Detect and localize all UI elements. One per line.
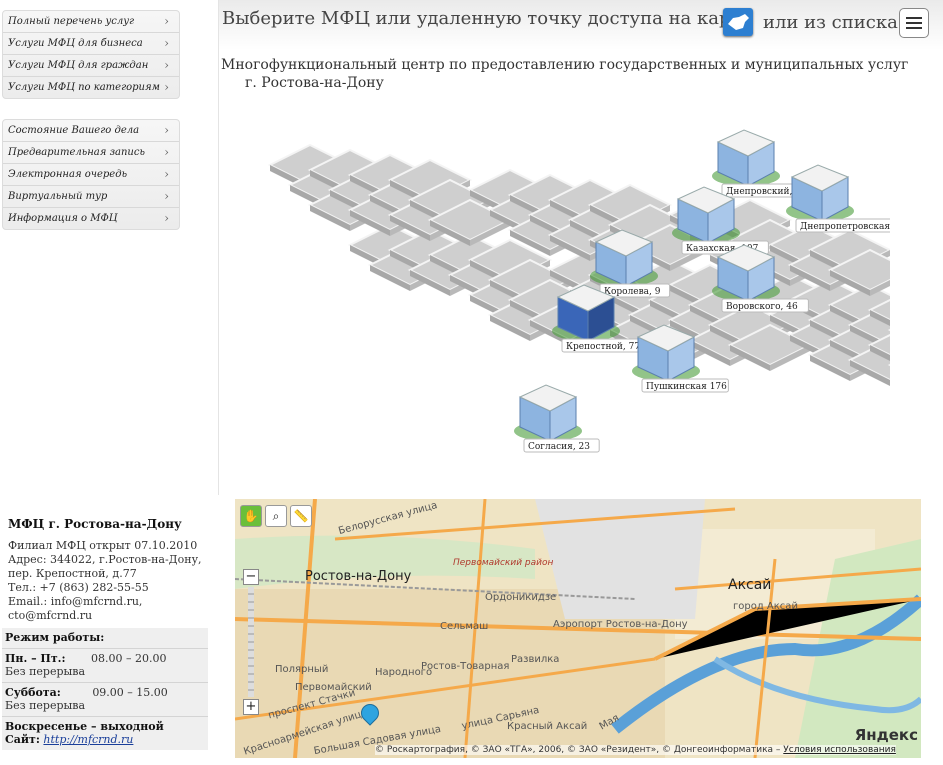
info-address: Адрес: 344022, г.Ростов-на-Дону, [8, 553, 202, 566]
office-label: Пушкинская 176 [646, 382, 727, 392]
services-menu: Полный перечень услуг › Услуги МФЦ для би… [2, 10, 180, 99]
map-label-street: Первомайский [295, 682, 372, 693]
chevron-right-icon: › [164, 80, 169, 94]
zoom-in-button[interactable]: + [243, 699, 259, 715]
hours-sunday: Воскресенье – выходной Сайт: http://mfcr… [5, 720, 164, 746]
terms-link[interactable]: Условия использования [783, 745, 896, 755]
chevron-right-icon: › [164, 211, 169, 225]
office-label: Воровского, 46 [726, 302, 798, 312]
magnifier-tool-icon[interactable]: ⌕ [265, 505, 287, 527]
map-label-street: Ростов-Товарная [421, 661, 510, 672]
map-tools: ✋ ⌕ 📏 [240, 505, 312, 527]
page-heading: Выберите МФЦ или удаленную точку доступа… [222, 8, 752, 29]
hand-tool-icon[interactable]: ✋ [240, 505, 262, 527]
menu-item-all-services[interactable]: Полный перечень услуг › [3, 11, 179, 33]
zoom-out-button[interactable]: − [243, 569, 259, 585]
office-info: МФЦ г. Ростова-на-Дону Филиал МФЦ открыт… [8, 517, 213, 623]
map-copyright: © Роскартография, © ЗАО «ТГА», 2006, © З… [375, 745, 896, 755]
info-opened: Филиал МФЦ открыт 07.10.2010 [8, 539, 198, 552]
map-label-airport: Аэропорт Ростов-на-Дону [553, 619, 688, 630]
menu-icon [906, 17, 922, 19]
map-label-aksai: Аксай [728, 577, 772, 593]
hours-saturday: Суббота: 09.00 – 15.00 Без перерыва [2, 683, 208, 717]
or-list-text: или из списка [763, 12, 898, 33]
menu-item-case-status[interactable]: Состояние Вашего дела › [3, 120, 179, 142]
office-label: Днепропетровская, 44в [800, 222, 890, 232]
menu-item-virtual-tour[interactable]: Виртуальный тур › [3, 186, 179, 208]
site-link[interactable]: http://mfcrnd.ru [43, 733, 133, 746]
menu-item-citizen-services[interactable]: Услуги МФЦ для граждан › [3, 55, 179, 77]
chevron-right-icon: › [164, 14, 169, 28]
hours-title: Режим работы: [2, 628, 208, 649]
office-building[interactable]: Согласия, 23 [514, 384, 600, 453]
map-label-street: Красный Аксай [507, 721, 588, 732]
map-label-street: Ордоникидзе [485, 592, 557, 603]
office-label: Королева, 9 [604, 287, 661, 297]
chevron-right-icon: › [164, 123, 169, 137]
zoom-control: − + [243, 569, 259, 719]
working-hours: Режим работы: Пн. – Пт.: 08.00 – 20.00 Б… [2, 628, 208, 750]
map-label-street: Развилка [511, 654, 560, 665]
map-label-street: Народного [375, 667, 433, 678]
yandex-map[interactable]: ✋ ⌕ 📏 − + Ростов-на-Дону Аксай город Акс… [235, 499, 921, 758]
info-email-2: cto@mfcrnd.ru [8, 609, 93, 622]
map-view-button[interactable] [723, 8, 753, 36]
office-building[interactable]: Днепропетровская, 44в [786, 164, 890, 233]
yandex-logo: Яндекс [854, 726, 918, 744]
map-label-street: Сельмаш [440, 621, 489, 632]
chevron-right-icon: › [164, 189, 169, 203]
zoom-slider[interactable] [248, 587, 254, 697]
info-title: МФЦ г. Ростова-на-Дону [8, 517, 182, 531]
menu-item-category-services[interactable]: Услуги МФЦ по категориям › [3, 77, 179, 98]
hours-weekdays: Пн. – Пт.: 08.00 – 20.00 Без перерыва [2, 649, 208, 683]
info-address-street: пер. Крепостной, д.77 [8, 567, 137, 580]
menu-item-e-queue[interactable]: Электронная очередь › [3, 164, 179, 186]
ruler-tool-icon[interactable]: 📏 [290, 505, 312, 527]
chevron-right-icon: › [164, 145, 169, 159]
map-label-street: Полярный [275, 664, 329, 675]
info-email: Email.: info@mfcrnd.ru, [8, 595, 143, 608]
chevron-right-icon: › [164, 36, 169, 50]
office-label: Крепостной, 77 [566, 342, 640, 352]
menu-item-business-services[interactable]: Услуги МФЦ для бизнеса › [3, 33, 179, 55]
map-icon [728, 14, 749, 30]
chevron-right-icon: › [164, 58, 169, 72]
info-phone: Тел.: +7 (863) 282-55-55 [8, 581, 149, 594]
menu-item-pre-registration[interactable]: Предварительная запись › [3, 142, 179, 164]
sidebar-divider [218, 0, 219, 495]
menu-item-about[interactable]: Информация о МФЦ › [3, 208, 179, 229]
map-label-aksai-town: город Аксай [733, 601, 798, 612]
page-subtitle: Многофункциональный центр по предоставле… [221, 57, 909, 91]
chevron-right-icon: › [164, 167, 169, 181]
tools-menu: Состояние Вашего дела › Предварительная з… [2, 119, 180, 230]
list-view-button[interactable] [899, 8, 929, 38]
office-label: Согласия, 23 [528, 442, 590, 452]
map-label-rostov: Ростов-на-Дону [305, 569, 412, 584]
map-label-district: Первомайский район [453, 558, 554, 568]
isometric-office-map: Днепровский, 111Днепропетровская, 44вКаз… [267, 129, 890, 453]
